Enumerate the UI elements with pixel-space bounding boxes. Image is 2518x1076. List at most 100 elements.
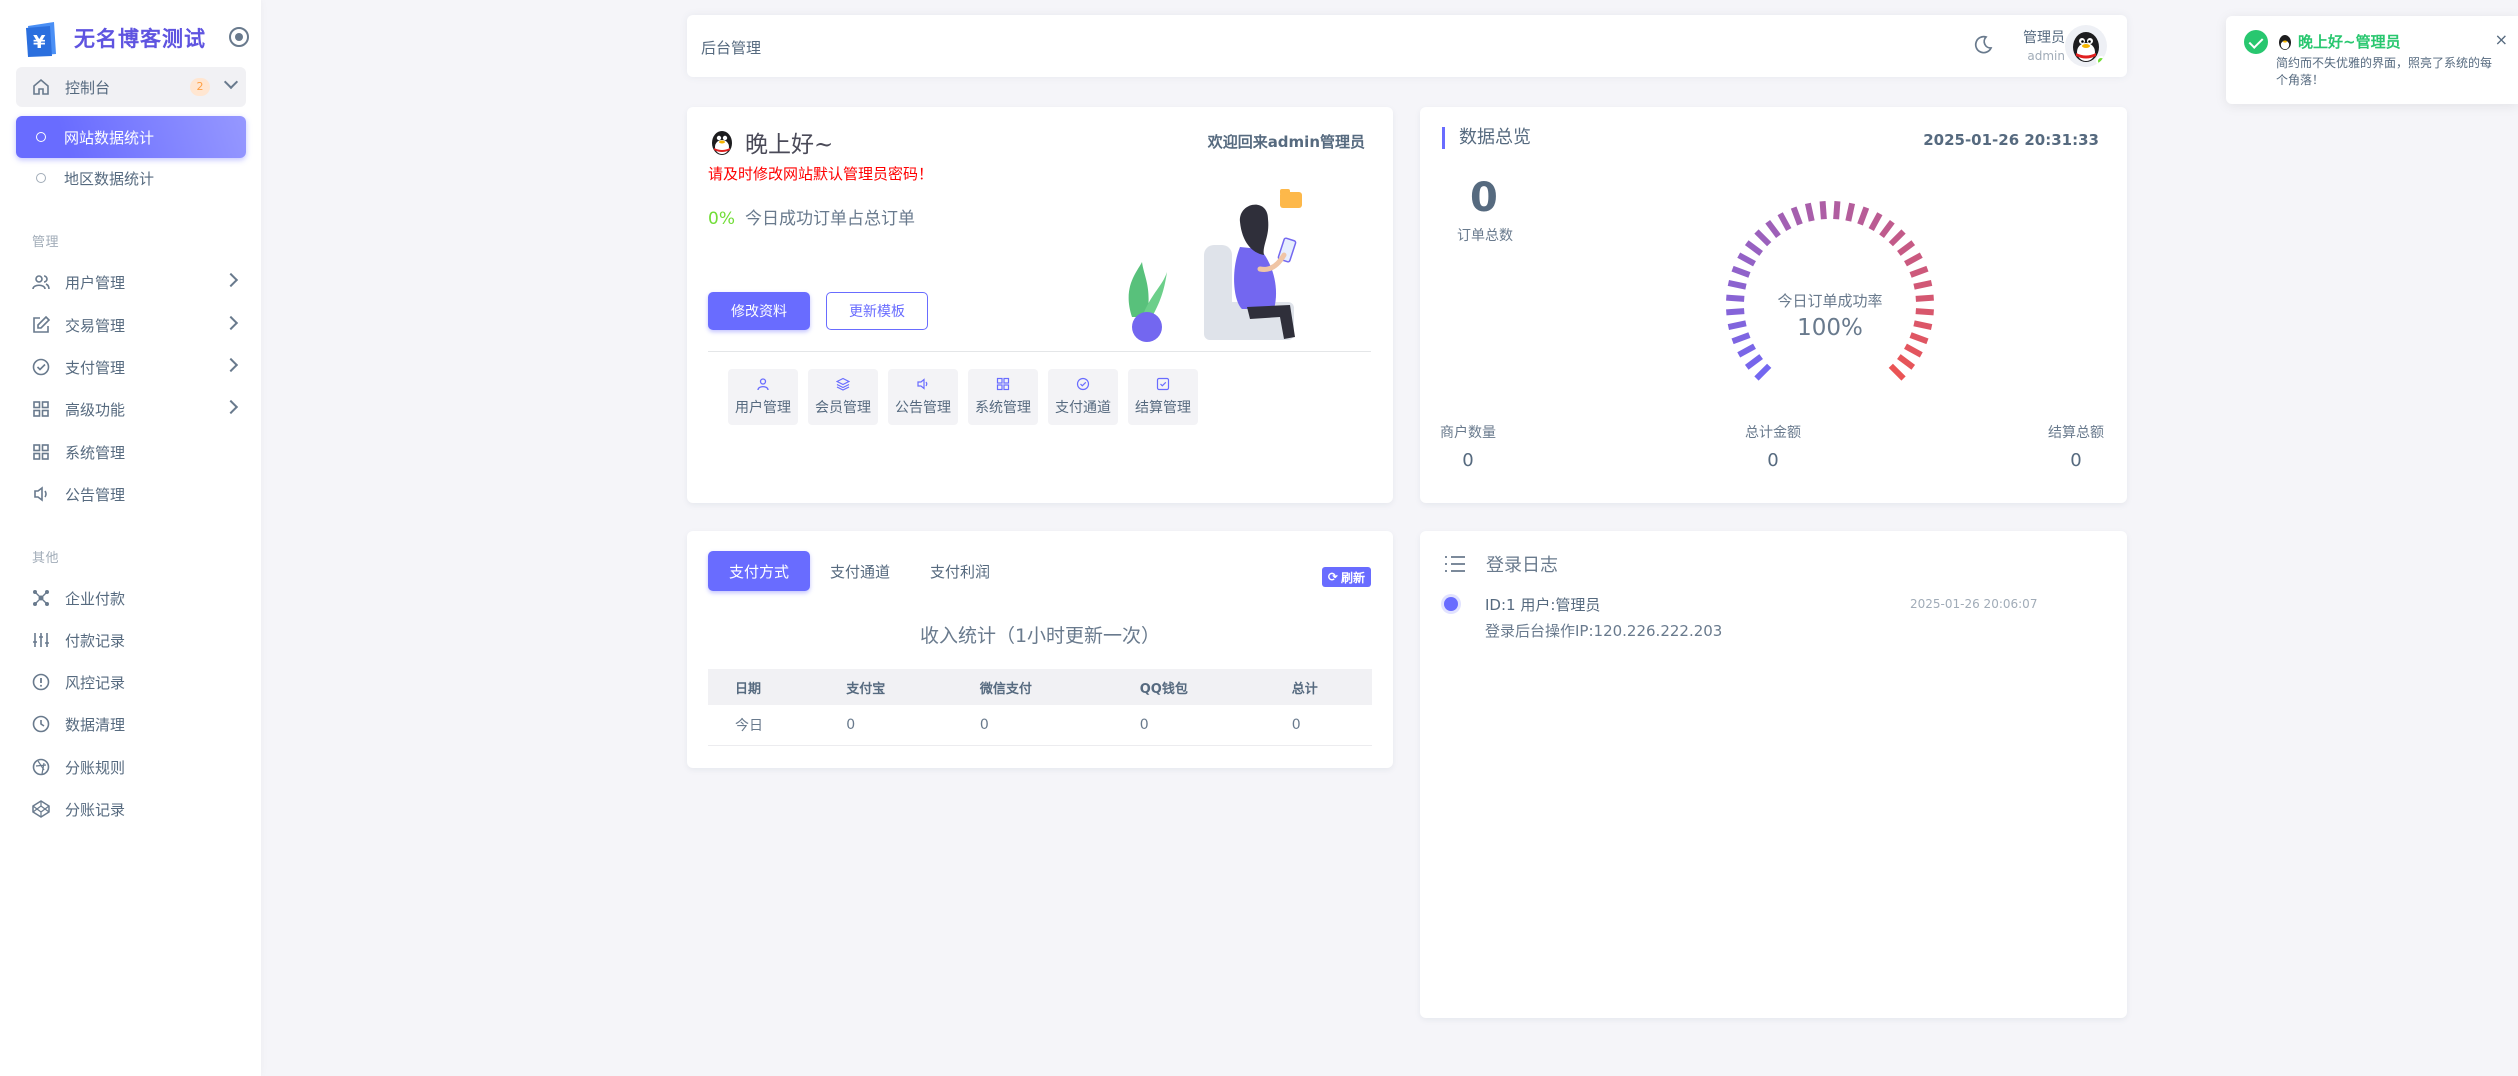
tab-payment-profit[interactable]: 支付利润 bbox=[917, 551, 1003, 591]
sidebar-item-announcement[interactable]: 公告管理 bbox=[16, 474, 246, 514]
gauge-segment bbox=[1744, 354, 1763, 370]
gauge-label: 今日订单成功率 bbox=[1777, 292, 1883, 310]
gauge-segment bbox=[1765, 219, 1781, 238]
total-amount: 总计金额 0 bbox=[1745, 422, 1801, 471]
circle-icon bbox=[36, 173, 46, 183]
menu-section-header: 管理 bbox=[32, 235, 60, 250]
sidebar-item-label: 数据清理 bbox=[65, 715, 126, 734]
gauge-segment bbox=[1790, 206, 1803, 226]
greeting-text: 晚上好~ bbox=[745, 132, 834, 158]
gauge-segment bbox=[1754, 363, 1772, 381]
sidebar-item-label: 高级功能 bbox=[65, 400, 126, 419]
wallet-logo-icon: ¥ bbox=[26, 22, 56, 57]
sidebar-item-system[interactable]: 系统管理 bbox=[16, 432, 246, 472]
sidebar-item-split-rules[interactable]: 分账规则 bbox=[16, 747, 246, 787]
sidebar-item-label: 网站数据统计 bbox=[64, 128, 155, 147]
speaker-icon bbox=[917, 378, 928, 390]
user-name: 管理员 bbox=[2023, 30, 2065, 46]
users-icon bbox=[30, 271, 52, 293]
clock-icon bbox=[30, 713, 52, 735]
welcome-card: 晚上好~ 请及时修改网站默认管理员密码！ 0% 今日成功订单占总订单 欢迎回来ad… bbox=[687, 107, 1393, 503]
log-entry-detail: 登录后台操作IP:120.226.222.203 bbox=[1485, 622, 1723, 640]
tab-payment-methods[interactable]: 支付方式 bbox=[708, 551, 810, 591]
quick-link-users[interactable]: 用户管理 bbox=[728, 369, 798, 425]
penguin-icon bbox=[2279, 34, 2291, 50]
quick-link-announcements[interactable]: 公告管理 bbox=[888, 369, 958, 425]
gauge-segment bbox=[1888, 363, 1906, 381]
list-icon bbox=[1445, 556, 1465, 572]
sidebar-item-payment[interactable]: 支付管理 bbox=[16, 347, 246, 387]
gauge-segment bbox=[1726, 308, 1745, 316]
refresh-button[interactable]: ⟳ 刷新 bbox=[1321, 567, 1371, 587]
check-circle-icon bbox=[30, 356, 52, 378]
sidebar-item-corporate-pay[interactable]: 企业付款 bbox=[16, 578, 246, 618]
moon-icon[interactable] bbox=[1972, 34, 1994, 56]
avatar[interactable] bbox=[2065, 25, 2107, 67]
log-entry-time: 2025-01-26 20:06:07 bbox=[1910, 597, 2038, 611]
sidebar-item-label: 分账记录 bbox=[65, 800, 126, 819]
gauge-segment bbox=[1727, 279, 1747, 290]
table-row: 今日 0 0 0 0 bbox=[708, 705, 1372, 746]
sidebar-toggle-icon[interactable] bbox=[229, 27, 249, 47]
gauge-segment bbox=[1904, 252, 1923, 267]
sidebar-item-users[interactable]: 用户管理 bbox=[16, 262, 246, 302]
quick-link-members[interactable]: 会员管理 bbox=[808, 369, 878, 425]
quick-link-system[interactable]: 系统管理 bbox=[968, 369, 1038, 425]
toast-message: 简约而不失优雅的界面，照亮了系统的每个角落！ bbox=[2276, 56, 2493, 87]
quick-link-settlement[interactable]: 结算管理 bbox=[1128, 369, 1198, 425]
tab-payment-channels[interactable]: 支付通道 bbox=[817, 551, 903, 591]
mini-stat-label: 结算总额 bbox=[2048, 425, 2104, 441]
quick-link-label: 公告管理 bbox=[895, 400, 951, 416]
edit-icon bbox=[30, 314, 52, 336]
gauge-segment bbox=[1777, 212, 1792, 231]
merchant-count: 商户数量 0 bbox=[1440, 422, 1496, 471]
welcome-back-text: 欢迎回来admin管理员 bbox=[1207, 133, 1365, 151]
user-info[interactable]: 管理员 admin bbox=[2007, 27, 2065, 63]
sidebar-item-label: 付款记录 bbox=[65, 631, 126, 650]
online-status-dot bbox=[2096, 56, 2106, 66]
chevron-right-icon bbox=[223, 315, 239, 331]
gauge-segment bbox=[1754, 229, 1772, 247]
quick-link-label: 会员管理 bbox=[815, 400, 871, 416]
update-template-button[interactable]: 更新模板 bbox=[826, 292, 928, 330]
card-header: 登录日志 bbox=[1444, 551, 1558, 577]
grid-icon bbox=[30, 398, 52, 420]
close-icon[interactable]: × bbox=[2495, 30, 2508, 49]
edit-profile-button[interactable]: 修改资料 bbox=[708, 292, 810, 330]
sidebar-item-payment-records[interactable]: 付款记录 bbox=[16, 620, 246, 660]
sidebar-item-label: 风控记录 bbox=[65, 673, 126, 692]
sidebar-item-data-cleanup[interactable]: 数据清理 bbox=[16, 704, 246, 744]
aperture-icon bbox=[30, 756, 52, 778]
quick-link-label: 系统管理 bbox=[975, 400, 1031, 416]
sidebar-item-advanced[interactable]: 高级功能 bbox=[16, 389, 246, 429]
sidebar-item-site-stats[interactable]: 网站数据统计 bbox=[16, 116, 246, 158]
sidebar-item-trade[interactable]: 交易管理 bbox=[16, 305, 246, 345]
sidebar-item-region-stats[interactable]: 地区数据统计 bbox=[16, 157, 246, 199]
refresh-label: 刷新 bbox=[1340, 570, 1365, 585]
menu-section-header: 其他 bbox=[32, 551, 60, 566]
grid-icon bbox=[30, 441, 52, 463]
chevron-right-icon bbox=[223, 357, 239, 373]
column-header: 日期 bbox=[708, 669, 820, 705]
table-cell: 0 bbox=[1112, 705, 1265, 746]
current-datetime: 2025-01-26 20:31:33 bbox=[1923, 131, 2099, 149]
alert-circle-icon bbox=[30, 671, 52, 693]
table-cell: 0 bbox=[819, 705, 953, 746]
sidebar-item-dashboard[interactable]: 控制台 2 bbox=[16, 67, 246, 107]
sidebar-item-split-records[interactable]: 分账记录 bbox=[16, 789, 246, 829]
sidebar-item-label: 支付管理 bbox=[65, 358, 126, 377]
quick-link-channels[interactable]: 支付通道 bbox=[1048, 369, 1118, 425]
column-header: 支付宝 bbox=[819, 669, 953, 705]
home-icon bbox=[30, 76, 52, 98]
income-stats-title: 收入统计（1小时更新一次） bbox=[919, 625, 1161, 647]
speaker-icon bbox=[30, 483, 52, 505]
card-title: 数据总览 bbox=[1442, 127, 1531, 149]
sidebar-item-label: 用户管理 bbox=[65, 273, 126, 292]
sidebar: ¥ 无名博客测试 控制台 2 网站数据统计 地区数据统计 管理 用户管理 交易管… bbox=[0, 0, 261, 1076]
gauge-segment bbox=[1888, 229, 1906, 247]
sidebar-item-risk-records[interactable]: 风控记录 bbox=[16, 662, 246, 702]
gauge-segment bbox=[1913, 279, 1933, 290]
brand[interactable]: ¥ 无名博客测试 bbox=[24, 18, 249, 58]
mini-stat-label: 总计金额 bbox=[1745, 425, 1801, 441]
top-navbar: 后台管理 管理员 admin bbox=[687, 15, 2127, 77]
